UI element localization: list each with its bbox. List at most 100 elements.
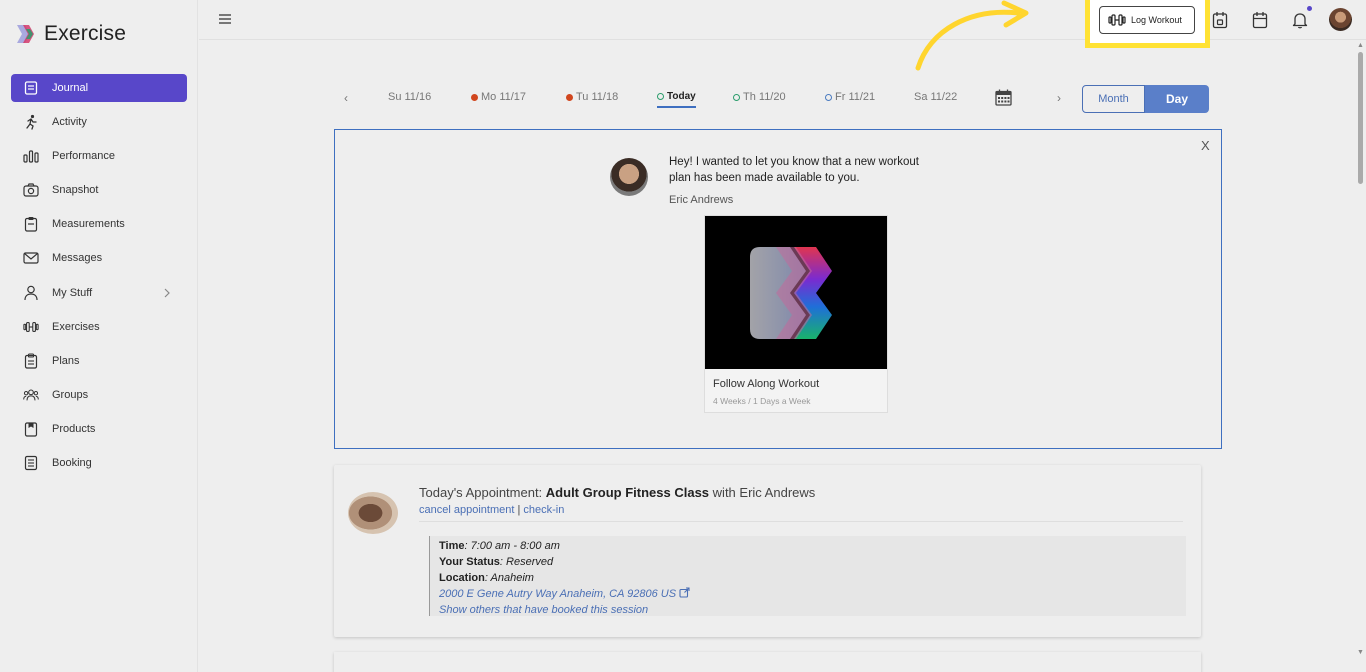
day-label: Today [667,91,696,102]
sidebar-item-messages[interactable]: Messages [11,244,187,272]
location-label: Location [439,572,485,584]
clipboard-list-icon [23,353,39,369]
clipboard-icon [23,216,39,232]
sidebar-item-label: My Stuff [52,286,93,299]
appointment-details: Time: 7:00 am - 8:00 am Your Status: Res… [429,536,1186,616]
calendar-picker-icon[interactable] [995,89,1012,106]
next-entry-card [334,652,1201,672]
appointment-actions: cancel appointment | check-in [419,504,564,516]
sidebar-item-activity[interactable]: Activity [11,108,187,136]
day-tue[interactable]: Tu 11/18 [566,91,618,103]
sidebar-item-label: Messages [52,252,103,265]
appointment-heading: Today's Appointment: Adult Group Fitness… [419,485,815,500]
sidebar-item-label: Measurements [52,218,125,231]
show-others-link[interactable]: Show others that have booked this sessio… [439,602,1186,618]
sidebar-item-plans[interactable]: Plans [11,347,187,375]
sidebar-item-journal[interactable]: Journal [11,74,187,102]
sidebar: Exercise Journal Activity Performance Sn… [0,0,198,672]
has-entry-dot [566,93,573,101]
product-box-icon [23,421,39,437]
calendar-check-icon[interactable] [1212,11,1228,29]
address-link[interactable]: 2000 E Gene Autry Way Anaheim, CA 92806 … [439,586,1186,602]
bell-icon[interactable] [1292,11,1308,29]
sidebar-item-label: Snapshot [52,184,99,197]
exercise-logo-icon [17,25,34,43]
tutorial-arrow-icon [915,0,1029,71]
status-value: : Reserved [499,556,554,568]
sidebar-item-my-stuff[interactable]: My Stuff [11,279,187,307]
scroll-down-arrow-icon[interactable]: ▼ [1357,649,1364,656]
check-in-link[interactable]: check-in [523,504,564,516]
bar-chart-icon [23,148,39,164]
next-week-arrow[interactable]: › [1057,91,1061,105]
calendar-icon[interactable] [1252,11,1268,29]
exercise-logo-icon [750,246,832,339]
sidebar-item-products[interactable]: Products [11,415,187,443]
workout-plan-card[interactable]: Follow Along Workout 4 Weeks / 1 Days a … [704,215,888,413]
day-view-button[interactable]: Day [1145,85,1209,113]
person-icon [23,285,39,301]
location-value: : Anaheim [484,572,534,584]
sidebar-nav: Journal Activity Performance Snapshot Me… [11,74,187,483]
day-mon[interactable]: Mo 11/17 [471,91,526,103]
day-label: Mo 11/17 [481,91,527,103]
month-view-button[interactable]: Month [1082,85,1145,113]
dumbbell-icon [23,319,39,335]
user-avatar[interactable] [1329,8,1352,31]
cancel-appointment-link[interactable]: cancel appointment [419,504,514,516]
day-label: Th 11/20 [743,91,786,103]
sidebar-item-label: Performance [52,150,115,163]
booking-list-icon [23,455,39,471]
day-label: Tu 11/18 [576,91,619,103]
prev-week-arrow[interactable]: ‹ [344,91,348,105]
day-thu[interactable]: Th 11/20 [733,91,786,103]
external-link-icon [679,587,690,598]
has-entry-dot [471,93,478,101]
camera-icon [23,182,39,198]
scheduled-dot [733,93,740,101]
address-text: 2000 E Gene Autry Way Anaheim, CA 92806 … [439,588,677,600]
sidebar-item-label: Activity [52,116,87,129]
sidebar-item-measurements[interactable]: Measurements [11,210,187,238]
notification-badge [1307,6,1312,11]
sidebar-item-performance[interactable]: Performance [11,142,187,170]
sidebar-item-label: Plans [52,354,80,367]
chevron-right-icon[interactable] [161,287,173,299]
time-label: Time [439,540,465,552]
app-logo[interactable]: Exercise [14,22,126,46]
scheduled-dot [825,93,832,101]
day-today[interactable]: Today [657,91,696,102]
plan-subtitle: 4 Weeks / 1 Days a Week [713,396,811,406]
message-author: Eric Andrews [669,194,734,206]
view-toggle: Month Day [1082,85,1209,113]
today-underline [657,106,696,108]
journal-icon [23,80,39,96]
group-icon [23,387,39,403]
scroll-up-arrow-icon[interactable]: ▲ [1357,42,1364,49]
location-row: Location: Anaheim [439,570,1186,586]
sidebar-item-label: Journal [52,82,89,94]
plan-thumbnail [705,216,887,369]
status-label: Your Status [439,556,500,568]
sidebar-item-label: Exercises [52,320,100,333]
divider [419,521,1183,522]
sidebar-item-exercises[interactable]: Exercises [11,313,187,341]
scrollbar-thumb[interactable] [1358,52,1363,184]
close-message-button[interactable]: X [1201,138,1210,153]
time-value: : 7:00 am - 8:00 am [464,540,560,552]
day-fri[interactable]: Fr 11/21 [825,91,875,103]
message-text: Hey! I wanted to let you know that a new… [669,156,919,184]
status-row: Your Status: Reserved [439,554,1186,570]
sidebar-item-booking[interactable]: Booking [11,449,187,477]
class-photo [348,492,398,534]
day-sun[interactable]: Su 11/16 [388,91,431,103]
sidebar-item-snapshot[interactable]: Snapshot [11,176,187,204]
day-sat[interactable]: Sa 11/22 [914,91,957,103]
link-separator: | [517,504,521,516]
log-workout-button[interactable]: Log Workout [1099,6,1195,34]
appointment-class-name: Adult Group Fitness Class [545,485,710,500]
app-name: Exercise [44,22,127,45]
hamburger-menu-icon[interactable] [218,12,232,26]
sidebar-item-groups[interactable]: Groups [11,381,187,409]
running-person-icon [23,114,39,130]
